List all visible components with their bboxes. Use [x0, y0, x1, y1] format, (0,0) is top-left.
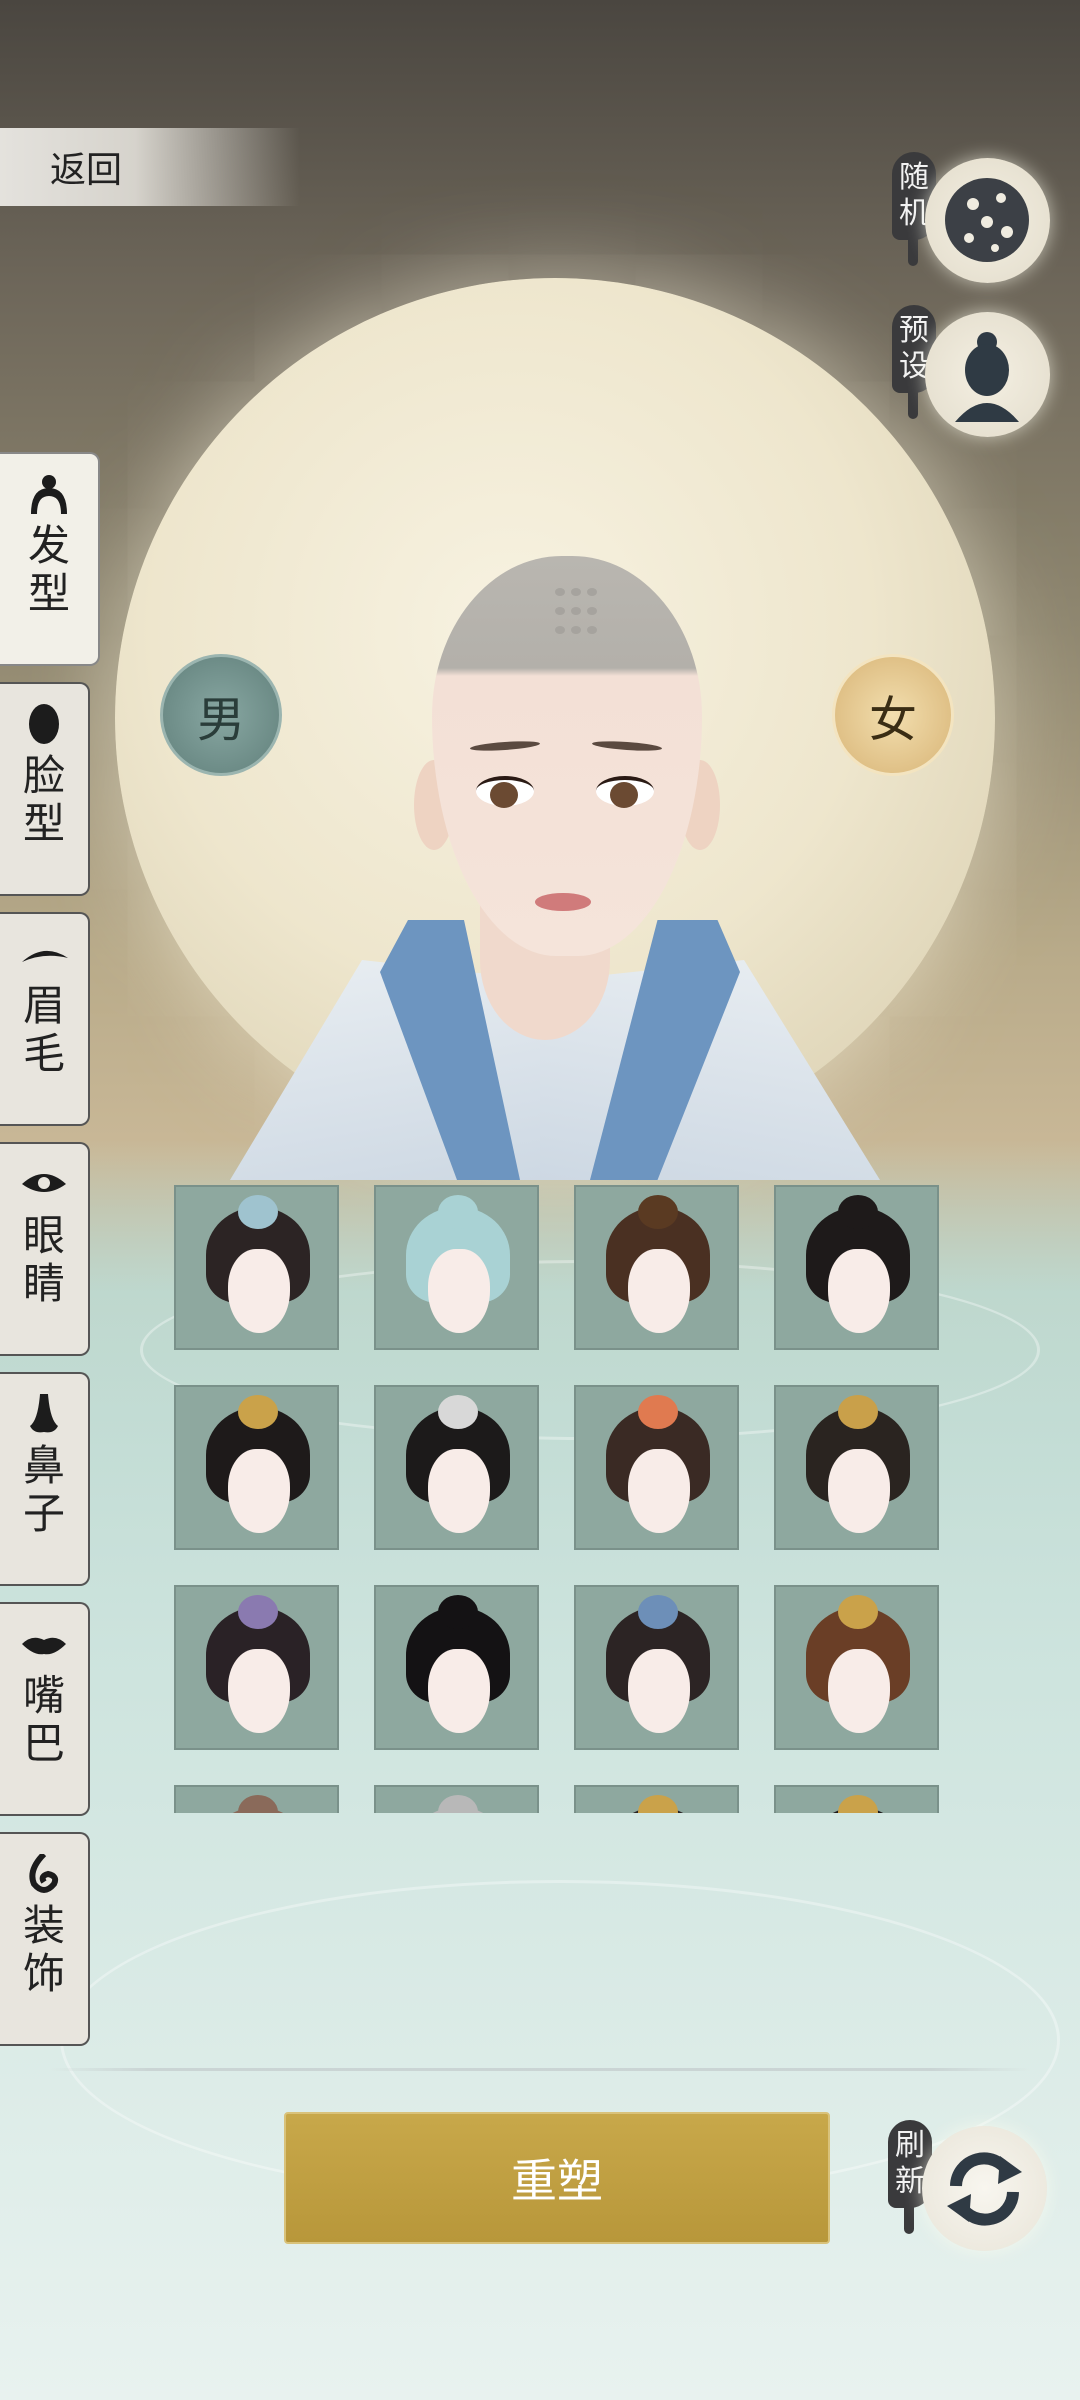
tab-ornament-label: 装饰	[22, 1901, 65, 1998]
hairstyle-ornament	[638, 1195, 678, 1229]
hairstyle-face	[828, 1649, 890, 1733]
tab-ornament[interactable]: 装饰	[0, 1832, 90, 2046]
ornament-icon	[29, 1854, 59, 1893]
tab-hair-label: 发型	[27, 521, 70, 618]
hairstyle-option[interactable]	[174, 1185, 339, 1350]
hairstyle-option[interactable]	[174, 1385, 339, 1550]
tab-face[interactable]: 脸型	[0, 682, 90, 896]
hairstyle-option[interactable]	[574, 1585, 739, 1750]
hairstyle-ornament	[838, 1395, 878, 1429]
hairstyle-face	[828, 1249, 890, 1333]
hairstyle-face	[428, 1649, 490, 1733]
reshape-label: 重塑	[511, 2154, 603, 2208]
hairstyle-face	[628, 1449, 690, 1533]
refresh-icon-holder	[922, 2126, 1047, 2251]
eye	[476, 776, 534, 808]
hairstyle-ornament	[438, 1395, 478, 1429]
hairstyle-ornament	[238, 1395, 278, 1429]
panel-divider	[50, 2068, 1030, 2071]
gender-female-button[interactable]: 女	[832, 654, 954, 776]
hairstyle-option[interactable]	[774, 1185, 939, 1350]
silhouette-icon-holder	[925, 312, 1050, 437]
hairstyle-grid[interactable]	[174, 1185, 944, 1813]
reshape-button[interactable]: 重塑	[284, 2112, 830, 2244]
nose-icon	[30, 1394, 58, 1433]
back-label: 返回	[50, 150, 123, 191]
hairstyle-option[interactable]	[574, 1385, 739, 1550]
hairstyle-ornament	[238, 1795, 278, 1813]
hairstyle-ornament	[438, 1795, 478, 1813]
back-button[interactable]: 返回	[0, 128, 300, 206]
face-icon	[29, 704, 59, 744]
hairstyle-face	[228, 1449, 290, 1533]
hairstyle-option[interactable]	[374, 1385, 539, 1550]
tab-nose-label: 鼻子	[22, 1441, 65, 1538]
hairstyle-ornament	[238, 1595, 278, 1629]
ink-tail	[908, 391, 918, 419]
hairstyle-option[interactable]	[374, 1185, 539, 1350]
ink-tail	[904, 2206, 914, 2234]
hairstyle-ornament	[838, 1195, 878, 1229]
ink-tail	[908, 238, 918, 266]
hairstyle-option[interactable]	[374, 1585, 539, 1750]
tab-eyebrow-label: 眉毛	[22, 981, 65, 1078]
tab-mouth-label: 嘴巴	[22, 1671, 65, 1768]
gender-male-button[interactable]: 男	[160, 654, 282, 776]
hairstyle-option[interactable]	[174, 1585, 339, 1750]
mouth-icon	[22, 1637, 66, 1655]
hair-icon	[31, 475, 67, 514]
hairstyle-face	[628, 1249, 690, 1333]
gender-male-label: 男	[196, 692, 245, 748]
silhouette-icon	[955, 332, 1019, 422]
hairstyle-face	[428, 1449, 490, 1533]
head-dots	[552, 584, 612, 641]
hairstyle-option[interactable]	[774, 1585, 939, 1750]
refresh-icon	[947, 2152, 1022, 2226]
dice-icon-holder	[925, 158, 1050, 283]
dice-icon	[945, 178, 1029, 262]
hairstyle-ornament	[638, 1795, 678, 1813]
hairstyle-ornament	[238, 1195, 278, 1229]
gender-female-label: 女	[868, 692, 917, 748]
hairstyle-face	[628, 1649, 690, 1733]
hairstyle-ornament	[438, 1195, 478, 1229]
hairstyle-option[interactable]	[574, 1185, 739, 1350]
tab-hair[interactable]: 发型	[0, 452, 100, 666]
tab-face-label: 脸型	[22, 751, 65, 848]
hairstyle-ornament	[838, 1795, 878, 1813]
eye	[596, 776, 654, 808]
hairstyle-ornament	[638, 1395, 678, 1429]
lips	[535, 893, 591, 911]
hairstyle-face	[428, 1249, 490, 1333]
tab-mouth[interactable]: 嘴巴	[0, 1602, 90, 1816]
hairstyle-face	[228, 1249, 290, 1333]
hairstyle-option[interactable]	[574, 1785, 739, 1813]
tab-eyebrow[interactable]: 眉毛	[0, 912, 90, 1126]
hairstyle-option[interactable]	[174, 1785, 339, 1813]
hairstyle-option[interactable]	[774, 1385, 939, 1550]
hairstyle-ornament	[838, 1595, 878, 1629]
tab-eye-label: 眼睛	[22, 1211, 65, 1308]
hairstyle-ornament	[638, 1595, 678, 1629]
hairstyle-ornament	[438, 1595, 478, 1629]
eyebrow-icon	[22, 950, 68, 962]
tab-nose[interactable]: 鼻子	[0, 1372, 90, 1586]
hairstyle-face	[828, 1449, 890, 1533]
eye-icon	[22, 1174, 66, 1192]
hairstyle-face	[228, 1649, 290, 1733]
hairstyle-option[interactable]	[774, 1785, 939, 1813]
tab-eye[interactable]: 眼睛	[0, 1142, 90, 1356]
hairstyle-option[interactable]	[374, 1785, 539, 1813]
